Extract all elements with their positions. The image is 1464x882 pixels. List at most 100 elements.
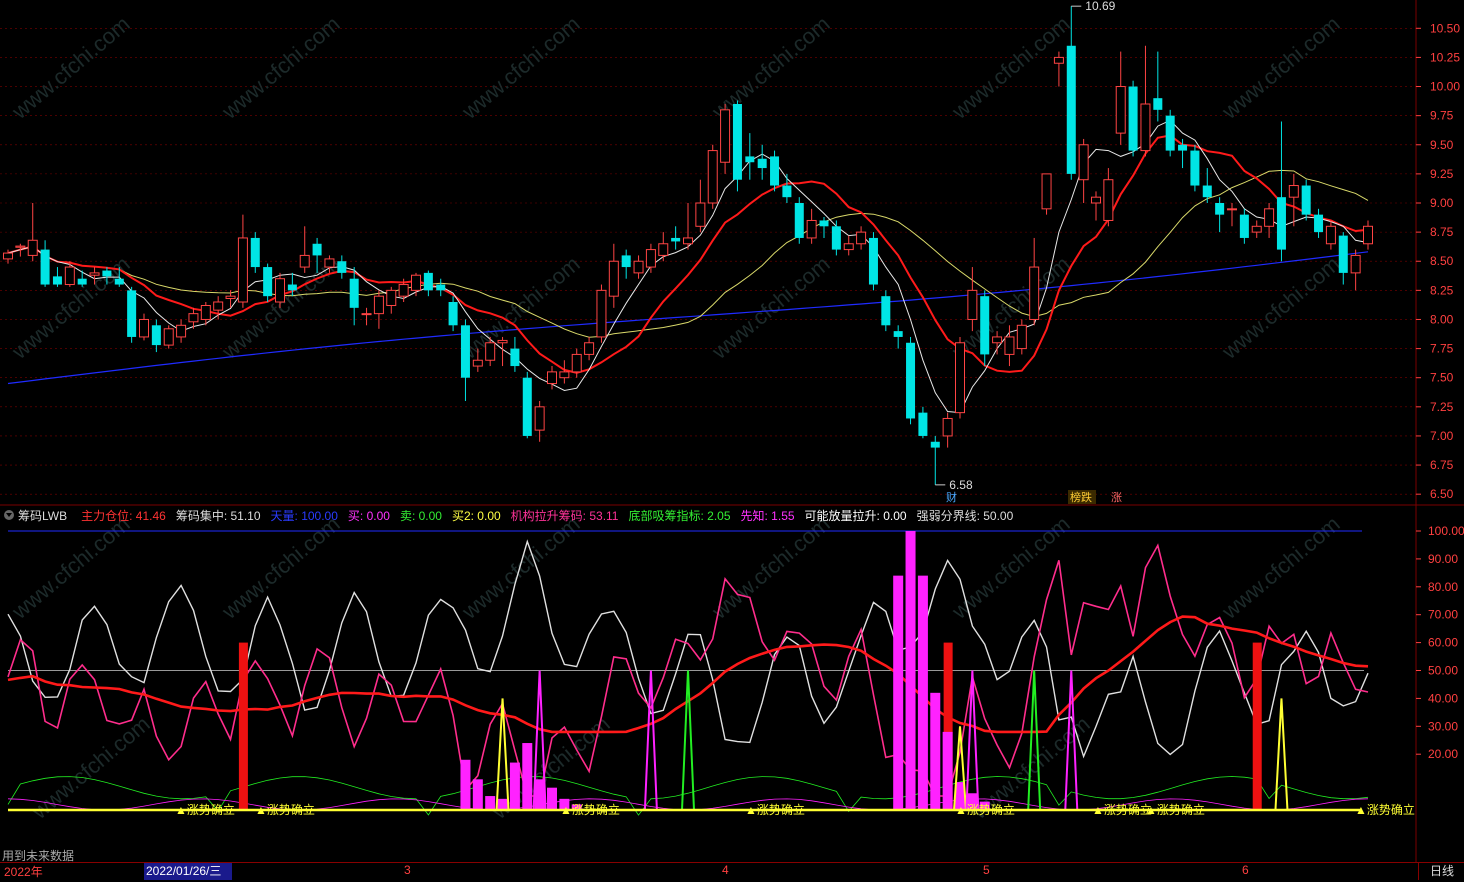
candle-up	[497, 339, 508, 344]
period-selector[interactable]: 日线	[1418, 863, 1464, 880]
candle-down	[831, 226, 841, 250]
volume-surge-bar	[534, 779, 545, 810]
candle-up	[27, 239, 38, 256]
price-grid	[0, 0, 1464, 862]
signal-label: ▲涨势确立	[175, 802, 235, 817]
candle-up	[237, 237, 248, 303]
candle-up	[1041, 173, 1052, 210]
candle-up	[373, 295, 384, 315]
ma-long	[7, 251, 1369, 385]
candle-up	[571, 353, 582, 373]
candle-down	[263, 267, 273, 297]
candle-up	[1004, 336, 1015, 355]
candle-down	[980, 296, 990, 355]
candle-up	[275, 278, 285, 303]
watermark-text: www.cfchi.com	[1216, 511, 1344, 624]
candle-up	[386, 289, 397, 306]
candle-up	[1350, 254, 1361, 274]
position-bar	[238, 642, 248, 810]
candle-down	[671, 237, 681, 242]
price-tick-label: 8.75	[1430, 225, 1454, 239]
candle-up	[213, 301, 224, 311]
watermark-text: www.cfchi.com	[706, 511, 834, 624]
candle-up	[1264, 208, 1275, 227]
candle-up	[942, 417, 953, 437]
candle-down	[127, 290, 137, 337]
candle-up	[1091, 196, 1101, 204]
indicator-value: 筹码集中: 51.10	[175, 508, 261, 523]
candle-down	[1301, 185, 1311, 215]
watermark-text: www.cfchi.com	[946, 511, 1074, 624]
volume-surge-bar	[917, 575, 928, 810]
indicator-value: 先知: 1.55	[740, 508, 795, 523]
price-tick-label: 6.50	[1430, 487, 1454, 501]
candle-down	[1276, 197, 1286, 250]
price-tick-label: 7.25	[1430, 400, 1454, 414]
candle-down	[1338, 235, 1348, 273]
indicator-value: 主力仓位: 41.46	[81, 508, 166, 523]
indicator-tick-label: 80.00	[1428, 580, 1458, 594]
buy2-spike	[1274, 698, 1289, 811]
candle-down	[102, 270, 112, 277]
candle-down	[621, 255, 631, 268]
candle-up	[1016, 324, 1027, 350]
candle-up	[225, 295, 236, 300]
price-tick-label: 8.25	[1430, 283, 1454, 297]
candle-up	[163, 328, 174, 346]
candle-up	[683, 237, 693, 245]
candle-up	[472, 359, 483, 367]
candle-up	[411, 274, 421, 291]
watermark-text: www.cfchi.com	[456, 251, 584, 364]
candle-down	[114, 278, 124, 285]
candle-down	[893, 331, 903, 337]
signal-label: ▲涨势确立	[1355, 802, 1415, 817]
price-tick-label: 9.50	[1430, 138, 1454, 152]
candle-up	[200, 304, 211, 320]
indicator-value: 机构拉升筹码: 53.11	[510, 508, 619, 523]
indicator-value: 买2: 0.00	[451, 508, 501, 523]
candle-up	[992, 336, 1003, 344]
candle-down	[1128, 86, 1138, 151]
price-axis: 10.50 10.25 10.00 9.75 9.50 9.25 9.00 8.75 8.50 8…	[1416, 21, 1460, 501]
price-tick-label: 7.00	[1430, 429, 1454, 443]
candle-down	[337, 261, 347, 273]
candle-down	[1314, 214, 1324, 233]
indicator-panel[interactable]: ▲涨势确立 ▲涨势确立 ▲涨势确立 ▲涨势确立 ▲涨势确立 ▲涨势确立▲涨势确立 ▲涨势确立	[7, 530, 1415, 817]
candle-down	[52, 276, 62, 285]
month-label-6: 6	[1242, 863, 1249, 877]
sell-spike	[1027, 670, 1042, 811]
candle-up	[584, 342, 595, 355]
signal-label: ▲涨势确立	[955, 802, 1015, 817]
candle-down	[1165, 115, 1175, 151]
stock-chart[interactable]: www.cfchi.com www.cfchi.com www.cfchi.com w…	[0, 0, 1464, 881]
candle-up	[1140, 103, 1151, 152]
candle-up	[176, 324, 187, 338]
collapse-icon[interactable]	[4, 510, 14, 520]
watermark-text: www.cfchi.com	[456, 511, 584, 624]
indicator-tick-label: 30.00	[1428, 719, 1458, 733]
candle-up	[707, 150, 718, 204]
candle-down	[906, 342, 916, 419]
buy-spike	[643, 670, 658, 811]
candle-down	[918, 412, 928, 436]
finance-tag: 财	[946, 490, 957, 504]
candle-up	[633, 260, 644, 274]
signal-label: ▲涨势确立	[1092, 802, 1152, 817]
low-price-label: 6.58	[949, 478, 973, 492]
candle-up	[955, 342, 965, 414]
candle-down	[349, 278, 359, 308]
signal-label: ▲涨势确立	[745, 802, 805, 817]
watermark-text: www.cfchi.com	[216, 511, 344, 624]
price-tick-label: 10.25	[1430, 50, 1460, 64]
indicator-title[interactable]: 筹码LWB	[18, 507, 67, 524]
price-tick-label: 6.75	[1430, 458, 1454, 472]
candlesticks[interactable]	[3, 6, 1373, 485]
volume-surge-bar	[930, 692, 941, 810]
candle-up	[559, 371, 570, 379]
bangdie-tag: 榜跌	[1070, 490, 1092, 504]
candle-up	[967, 289, 978, 320]
candle-up	[806, 219, 817, 239]
sell-spike	[681, 670, 695, 811]
indicator-tick-label: 20.00	[1428, 747, 1458, 761]
candle-up	[1115, 86, 1126, 134]
